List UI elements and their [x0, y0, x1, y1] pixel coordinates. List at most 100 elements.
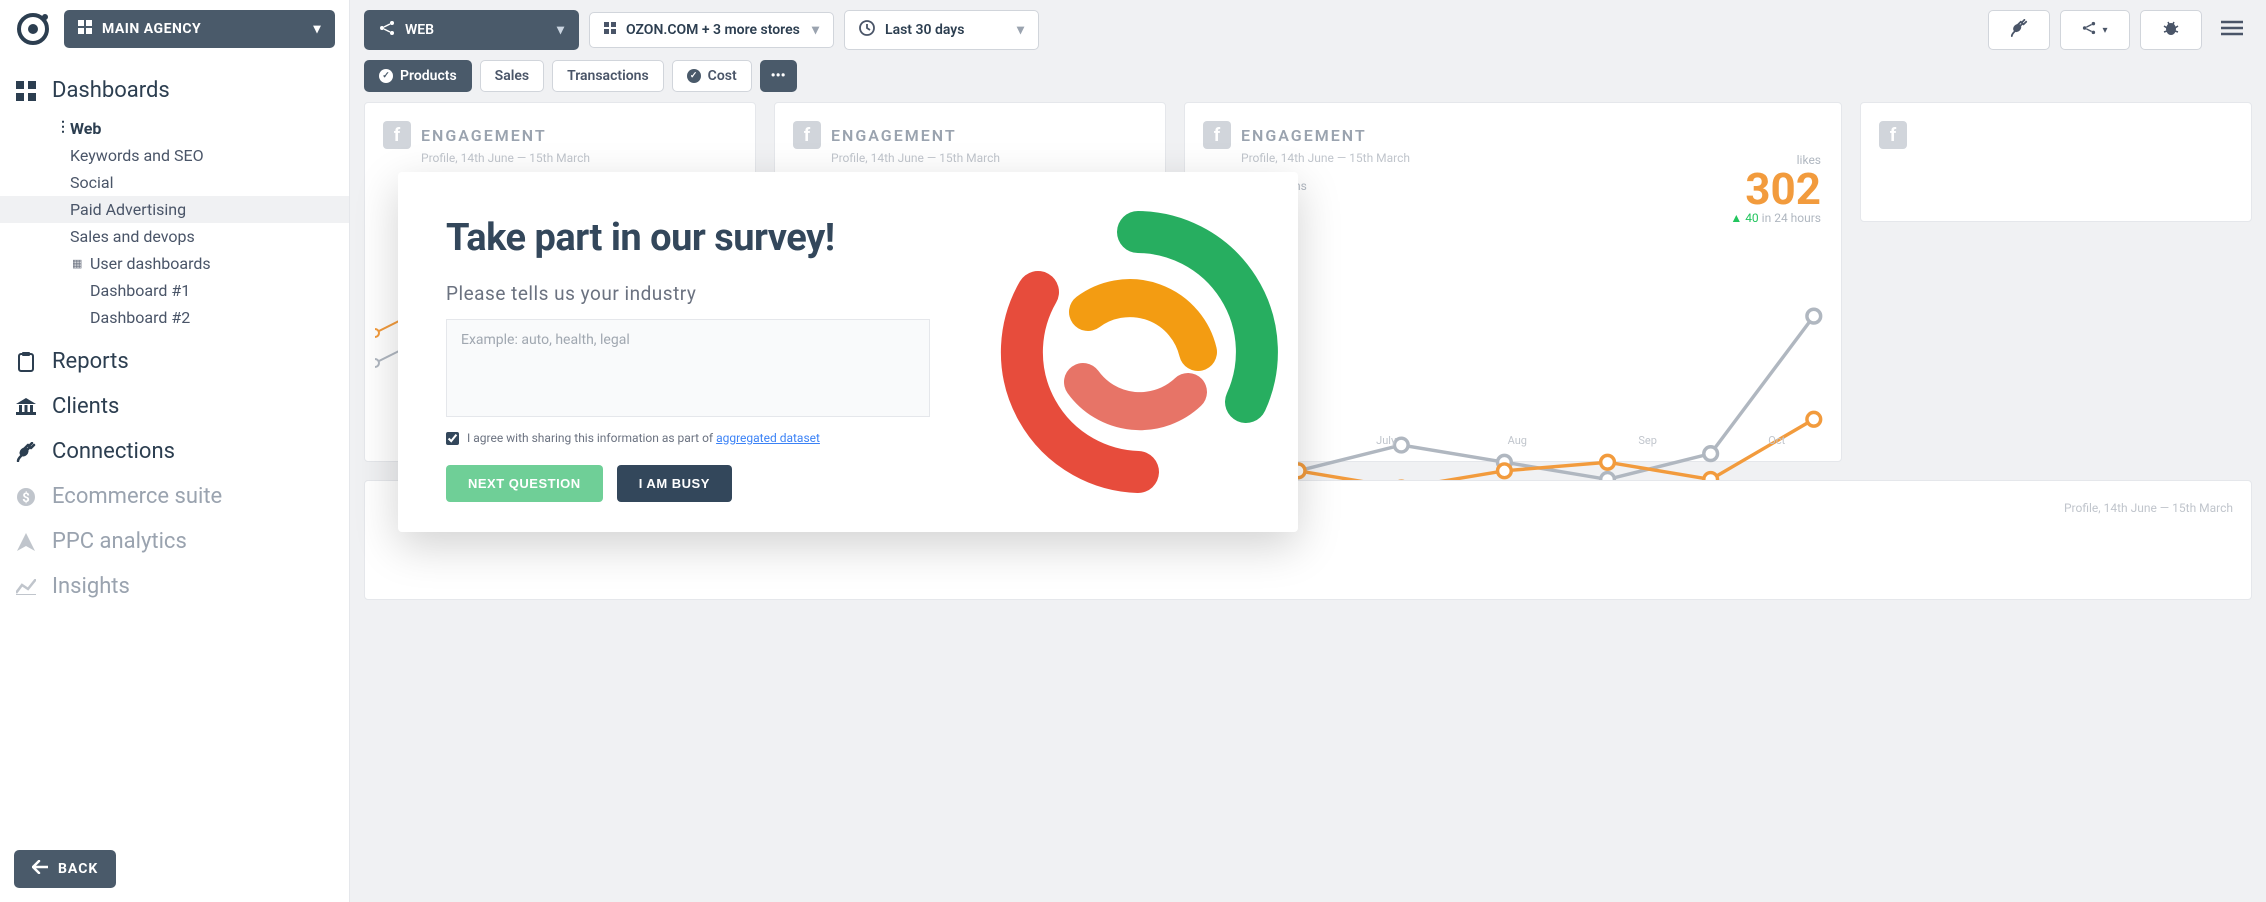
stores-selector[interactable]: OZON.COM + 3 more stores ▾ — [589, 12, 834, 48]
agree-text: I agree with sharing this information as… — [467, 431, 716, 445]
nav-insights-label: Insights — [52, 574, 130, 599]
back-button[interactable]: BACK — [14, 850, 116, 888]
bug-button[interactable] — [2140, 10, 2202, 50]
chevron-down-icon: ▾ — [812, 22, 819, 38]
sidebar-item-paid-advertising[interactable]: Paid Advertising — [0, 196, 349, 223]
survey-modal: Take part in our survey! Please tells us… — [398, 172, 1298, 532]
arrow-left-icon — [32, 860, 48, 878]
next-question-button[interactable]: NEXT QUESTION — [446, 465, 603, 502]
survey-input[interactable] — [446, 319, 930, 417]
chart-icon — [14, 579, 38, 595]
chevron-down-icon: ▾ — [313, 21, 321, 37]
facebook-icon: f — [1879, 121, 1907, 149]
grid-icon — [78, 20, 92, 38]
engagement-card-4: f — [1860, 102, 2252, 222]
axis-label: Oct — [1768, 434, 1785, 447]
nav-ecommerce-label: Ecommerce suite — [52, 484, 222, 509]
nav-connections-label: Connections — [52, 439, 175, 464]
clock-icon — [859, 20, 875, 40]
i-am-busy-button[interactable]: I AM BUSY — [617, 465, 732, 502]
nav-ppc-label: PPC analytics — [52, 529, 187, 554]
bug-icon — [2162, 19, 2180, 41]
nav-reports[interactable]: Reports — [0, 339, 349, 384]
sidebar-item-dashboard-2[interactable]: Dashboard #2 — [0, 304, 349, 331]
pill-products[interactable]: ✓ Products — [364, 60, 472, 92]
pill-more[interactable]: ••• — [760, 60, 797, 92]
sidebar-item-sales-devops[interactable]: Sales and devops — [0, 223, 349, 250]
facebook-icon: f — [1203, 121, 1231, 149]
nav-clients[interactable]: Clients — [0, 384, 349, 429]
share-nodes-icon — [379, 20, 395, 40]
pill-transactions[interactable]: Transactions — [552, 60, 664, 92]
chevron-down-icon: ▾ — [2102, 25, 2107, 36]
agency-selector[interactable]: MAIN AGENCY ▾ — [64, 10, 335, 48]
dashboard-icon — [14, 81, 38, 101]
survey-title: Take part in our survey! — [446, 216, 930, 260]
sidebar-item-user-dashboards[interactable]: ▦User dashboards — [0, 250, 349, 277]
main: WEB ▾ OZON.COM + 3 more stores ▾ Last 30… — [350, 0, 2266, 902]
reports-icon — [14, 352, 38, 372]
menu-button[interactable] — [2212, 10, 2252, 50]
share-icon — [2082, 21, 2096, 39]
sidebar-item-web[interactable]: Web — [0, 115, 349, 142]
plug-icon — [14, 442, 38, 462]
survey-agree[interactable]: I agree with sharing this information as… — [446, 431, 930, 445]
check-icon: ✓ — [687, 69, 701, 83]
nav-ppc[interactable]: PPC analytics — [0, 519, 349, 564]
axis-label: Aug — [1508, 434, 1527, 447]
nav-clients-label: Clients — [52, 394, 119, 419]
dollar-icon: $ — [14, 487, 38, 507]
date-range-selector[interactable]: Last 30 days ▾ — [844, 10, 1039, 50]
ellipsis-icon: ••• — [771, 68, 786, 84]
nav-reports-label: Reports — [52, 349, 129, 374]
date-range-label: Last 30 days — [885, 22, 964, 38]
context-web-selector[interactable]: WEB ▾ — [364, 10, 579, 50]
connect-button[interactable] — [1988, 10, 2050, 50]
card-title: ENGAGEMENT — [421, 126, 547, 145]
filter-pills: ✓ Products Sales Transactions ✓ Cost ••• — [350, 60, 2266, 102]
facebook-icon: f — [793, 121, 821, 149]
context-web-label: WEB — [405, 22, 434, 38]
nav: Dashboards Web Keywords and SEO Social P… — [0, 58, 349, 836]
nav-connections[interactable]: Connections — [0, 429, 349, 474]
sidebar-item-social[interactable]: Social — [0, 169, 349, 196]
check-icon: ✓ — [379, 69, 393, 83]
sidebar-item-dashboard-1[interactable]: Dashboard #1 — [0, 277, 349, 304]
sidebar-item-keywords[interactable]: Keywords and SEO — [0, 142, 349, 169]
grid-small-icon: ▦ — [72, 257, 82, 270]
survey-question: Please tells us your industry — [446, 282, 930, 305]
plug-icon — [2010, 19, 2028, 41]
facebook-icon: f — [383, 121, 411, 149]
nav-ecommerce[interactable]: $ Ecommerce suite — [0, 474, 349, 519]
aggregated-dataset-link[interactable]: aggregated dataset — [716, 431, 820, 445]
survey-agree-checkbox[interactable] — [446, 432, 459, 445]
back-label: BACK — [58, 861, 98, 877]
card-subtitle: Profile, 14th June — 15th March — [831, 151, 1147, 165]
app-logo — [14, 10, 52, 48]
likes-value: 302 — [1730, 167, 1821, 211]
agency-label: MAIN AGENCY — [102, 21, 201, 37]
stores-label: OZON.COM + 3 more stores — [626, 22, 800, 38]
grid-icon — [604, 22, 616, 38]
pill-sales[interactable]: Sales — [480, 60, 544, 92]
svg-text:$: $ — [22, 491, 29, 506]
survey-illustration — [978, 172, 1298, 532]
nav-dashboards[interactable]: Dashboards — [0, 68, 349, 113]
chevron-down-icon: ▾ — [1017, 22, 1024, 38]
axis-label: July — [1376, 434, 1396, 447]
hamburger-icon — [2221, 20, 2243, 40]
pill-cost[interactable]: ✓ Cost — [672, 60, 752, 92]
nav-dashboards-label: Dashboards — [52, 78, 170, 103]
content: f ENGAGEMENT Profile, 14th June — 15th M… — [350, 102, 2266, 902]
clients-icon — [14, 398, 38, 416]
chevron-down-icon: ▾ — [557, 22, 564, 38]
card-title: ENGAGEMENT — [1241, 126, 1367, 145]
axis-label: Sep — [1638, 434, 1657, 447]
card-title: ENGAGEMENT — [831, 126, 957, 145]
share-button[interactable]: ▾ — [2060, 10, 2130, 50]
sidebar: MAIN AGENCY ▾ Dashboards Web Keywords an… — [0, 0, 350, 902]
card-subtitle: Profile, 14th June — 15th March — [421, 151, 737, 165]
topbar: WEB ▾ OZON.COM + 3 more stores ▾ Last 30… — [350, 0, 2266, 60]
ppc-icon — [14, 533, 38, 551]
nav-insights[interactable]: Insights — [0, 564, 349, 609]
